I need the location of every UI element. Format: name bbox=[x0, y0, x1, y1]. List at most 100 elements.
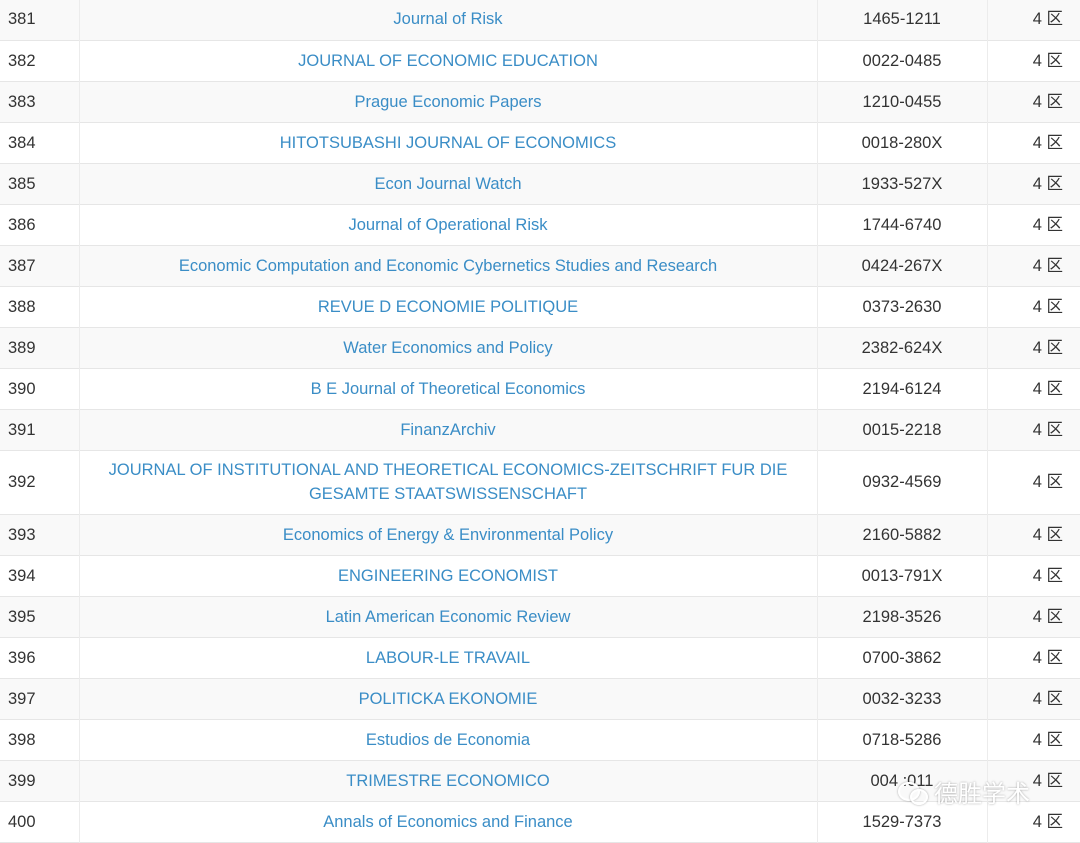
table-row: 381 Journal of Risk 1465-1211 4 区 bbox=[0, 0, 1080, 40]
journal-title-link[interactable]: Annals of Economics and Finance bbox=[323, 813, 572, 831]
row-index: 392 bbox=[0, 450, 80, 514]
zone-cell: 4 区 bbox=[1032, 174, 1063, 193]
issn-cell: 1744-6740 bbox=[817, 204, 988, 245]
zone-cell: 4 区 bbox=[1032, 256, 1063, 275]
zone-cell: 4 区 bbox=[1032, 730, 1063, 749]
journal-title-link[interactable]: Latin American Economic Review bbox=[326, 608, 571, 626]
issn-cell: 0018-280X bbox=[817, 122, 988, 163]
zone-cell: 4 区 bbox=[1032, 566, 1063, 585]
journal-title-cell: JOURNAL OF ECONOMIC EDUCATION bbox=[79, 40, 818, 81]
issn-cell: 1210-0455 bbox=[817, 81, 988, 122]
journal-title-link[interactable]: JOURNAL OF INSTITUTIONAL AND THEORETICAL… bbox=[109, 461, 788, 503]
journal-title-cell: HITOTSUBASHI JOURNAL OF ECONOMICS bbox=[79, 122, 818, 163]
journal-title-cell: Journal of Risk bbox=[79, 0, 818, 40]
zone-cell: 4 区 bbox=[1032, 648, 1063, 667]
issn-cell: 2194-6124 bbox=[817, 368, 988, 409]
journal-title-cell: Econ Journal Watch bbox=[79, 163, 818, 204]
journal-title-link[interactable]: Economic Computation and Economic Cybern… bbox=[179, 257, 717, 275]
watermark: 德胜学术 bbox=[898, 774, 1030, 809]
journal-title-link[interactable]: Economics of Energy & Environmental Poli… bbox=[283, 526, 613, 544]
watermark-text: 德胜学术 bbox=[934, 780, 1030, 808]
row-index: 394 bbox=[0, 555, 80, 596]
journal-title-cell: Latin American Economic Review bbox=[79, 596, 818, 637]
table-row: 387 Economic Computation and Economic Cyb… bbox=[0, 245, 1080, 286]
issn-cell: 2382-624X bbox=[817, 327, 988, 368]
zone-cell: 4 区 bbox=[1032, 420, 1063, 439]
journal-title-cell: TRIMESTRE ECONOMICO bbox=[79, 760, 818, 801]
journal-title-link[interactable]: B E Journal of Theoretical Economics bbox=[311, 380, 586, 398]
journal-title-link[interactable]: Water Economics and Policy bbox=[343, 339, 552, 357]
journal-title-link[interactable]: Journal of Operational Risk bbox=[348, 216, 547, 234]
journal-title-cell: JOURNAL OF INSTITUTIONAL AND THEORETICAL… bbox=[79, 450, 818, 514]
zone-cell: 4 区 bbox=[1032, 133, 1063, 152]
table-row: 398 Estudios de Economia 0718-5286 4 区 bbox=[0, 719, 1080, 760]
issn-cell: 0032-3233 bbox=[817, 678, 988, 719]
row-index: 382 bbox=[0, 40, 80, 81]
zone-cell: 4 区 bbox=[1032, 297, 1063, 316]
issn-cell: 1465-1211 bbox=[817, 0, 988, 40]
journal-title-cell: REVUE D ECONOMIE POLITIQUE bbox=[79, 286, 818, 327]
table-row: 382 JOURNAL OF ECONOMIC EDUCATION 0022-048… bbox=[0, 40, 1080, 81]
zone-cell: 4 区 bbox=[1032, 338, 1063, 357]
zone-cell: 4 区 bbox=[1032, 92, 1063, 111]
zone-cell: 4 区 bbox=[1032, 473, 1063, 491]
zone-cell: 4 区 bbox=[1032, 525, 1063, 544]
journal-title-cell: Economic Computation and Economic Cybern… bbox=[79, 245, 818, 286]
row-index: 385 bbox=[0, 163, 80, 204]
issn-cell: 2160-5882 bbox=[817, 514, 988, 555]
journal-title-link[interactable]: TRIMESTRE ECONOMICO bbox=[346, 772, 550, 790]
row-index: 388 bbox=[0, 286, 80, 327]
zone-cell: 4 区 bbox=[1032, 10, 1063, 29]
row-index: 386 bbox=[0, 204, 80, 245]
zone-cell: 4 区 bbox=[1032, 215, 1063, 234]
journal-title-link[interactable]: FinanzArchiv bbox=[400, 421, 495, 439]
journal-title-cell: Prague Economic Papers bbox=[79, 81, 818, 122]
table-row: 396 LABOUR-LE TRAVAIL 0700-3862 4 区 bbox=[0, 637, 1080, 678]
journal-title-cell: ENGINEERING ECONOMIST bbox=[79, 555, 818, 596]
journal-title-cell: POLITICKA EKONOMIE bbox=[79, 678, 818, 719]
journal-title-cell: Economics of Energy & Environmental Poli… bbox=[79, 514, 818, 555]
table-row: 385 Econ Journal Watch 1933-527X 4 区 bbox=[0, 163, 1080, 204]
issn-cell: 1933-527X bbox=[817, 163, 988, 204]
journal-title-link[interactable]: Prague Economic Papers bbox=[354, 93, 541, 111]
row-index: 398 bbox=[0, 719, 80, 760]
zone-cell: 4 区 bbox=[1032, 379, 1063, 398]
issn-cell: 0424-267X bbox=[817, 245, 988, 286]
wechat-icon bbox=[898, 780, 928, 805]
issn-cell: 0013-791X bbox=[817, 555, 988, 596]
row-index: 390 bbox=[0, 368, 80, 409]
table-row: 392 JOURNAL OF INSTITUTIONAL AND THEORETI… bbox=[0, 450, 1080, 514]
journal-title-link[interactable]: REVUE D ECONOMIE POLITIQUE bbox=[318, 298, 578, 316]
table-row: 384 HITOTSUBASHI JOURNAL OF ECONOMICS 0018… bbox=[0, 122, 1080, 163]
issn-cell: 0015-2218 bbox=[817, 409, 988, 450]
table-row: 383 Prague Economic Papers 1210-0455 4 区 bbox=[0, 81, 1080, 122]
issn-cell: 0700-3862 bbox=[817, 637, 988, 678]
journal-title-link[interactable]: POLITICKA EKONOMIE bbox=[359, 690, 538, 708]
journal-title-link[interactable]: Estudios de Economia bbox=[366, 731, 530, 749]
journal-title-link[interactable]: Journal of Risk bbox=[393, 10, 502, 28]
journal-title-cell: Annals of Economics and Finance bbox=[79, 801, 818, 842]
journal-title-link[interactable]: HITOTSUBASHI JOURNAL OF ECONOMICS bbox=[280, 134, 616, 152]
table-row: 389 Water Economics and Policy 2382-624X 4 … bbox=[0, 327, 1080, 368]
row-index: 400 bbox=[0, 801, 80, 842]
journal-title-cell: B E Journal of Theoretical Economics bbox=[79, 368, 818, 409]
journal-title-cell: Journal of Operational Risk bbox=[79, 204, 818, 245]
journal-title-link[interactable]: JOURNAL OF ECONOMIC EDUCATION bbox=[298, 52, 598, 70]
zone-cell: 4 区 bbox=[1032, 51, 1063, 70]
journal-title-link[interactable]: LABOUR-LE TRAVAIL bbox=[366, 649, 530, 667]
journal-table-body: 381 Journal of Risk 1465-1211 4 区 382 JOURNAL… bbox=[0, 0, 1080, 842]
journal-title-cell: Water Economics and Policy bbox=[79, 327, 818, 368]
issn-cell: 0022-0485 bbox=[817, 40, 988, 81]
journal-title-link[interactable]: Econ Journal Watch bbox=[374, 175, 521, 193]
table-row: 390 B E Journal of Theoretical Economics 2… bbox=[0, 368, 1080, 409]
row-index: 383 bbox=[0, 81, 80, 122]
issn-cell: 0373-2630 bbox=[817, 286, 988, 327]
table-row: 391 FinanzArchiv 0015-2218 4 区 bbox=[0, 409, 1080, 450]
journal-title-cell: LABOUR-LE TRAVAIL bbox=[79, 637, 818, 678]
journal-table: 381 Journal of Risk 1465-1211 4 区 382 JOURNAL… bbox=[0, 0, 1080, 843]
table-row: 395 Latin American Economic Review 2198-35… bbox=[0, 596, 1080, 637]
table-row: 386 Journal of Operational Risk 1744-6740 4… bbox=[0, 204, 1080, 245]
issn-cell: 2198-3526 bbox=[817, 596, 988, 637]
zone-cell: 4 区 bbox=[1032, 607, 1063, 626]
journal-title-link[interactable]: ENGINEERING ECONOMIST bbox=[338, 567, 558, 585]
